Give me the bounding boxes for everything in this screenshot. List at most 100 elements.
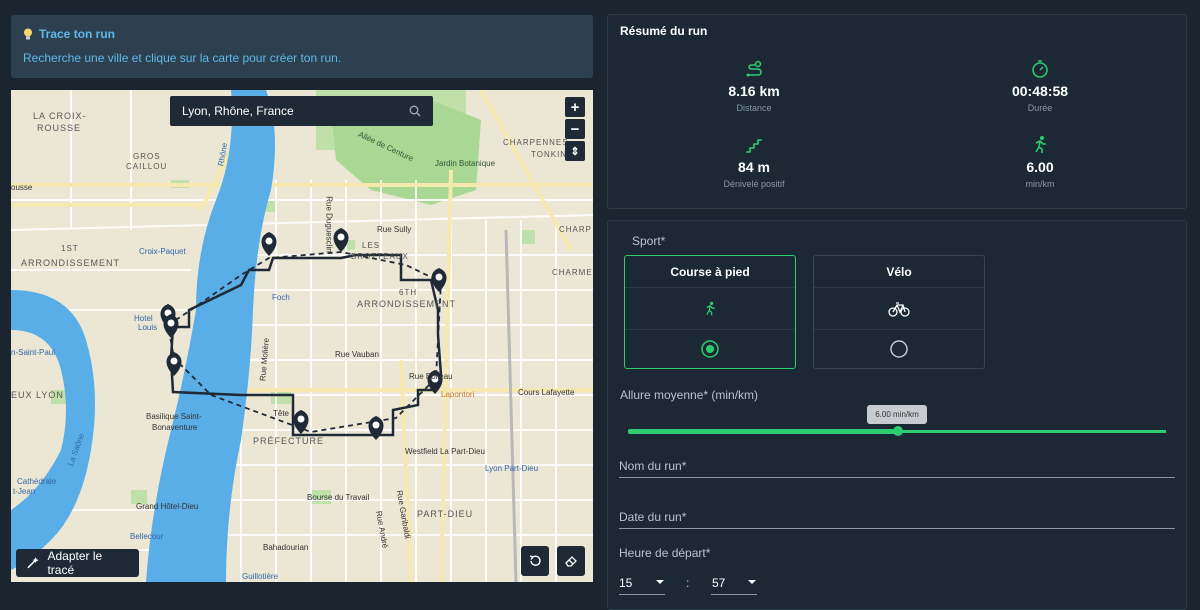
map-label: CHARME [552,268,593,277]
map-label: CHARPENNES [503,138,569,147]
radio-selected-icon[interactable] [701,340,719,358]
map-label: ARRONDISSEMENT [21,258,121,268]
zoom-in-button[interactable]: + [565,97,585,117]
map-label: Hotel [134,314,153,323]
time-separator: : [686,576,690,590]
map-label: Bahadourian [263,543,309,552]
map-label: Lapontori [441,390,475,399]
run-date-label: Date du run* [619,510,687,524]
minute-select[interactable]: 57 [712,576,725,590]
minute-value: 57 [712,576,726,590]
summary-title: Résumé du run [620,24,708,38]
info-banner: Trace ton run Recherche une ville et cli… [11,15,593,78]
zoom-out-button[interactable]: − [565,119,585,139]
adapt-route-button[interactable]: Adapter le tracé [16,549,139,577]
elevation-label: Dénivelé positif [723,179,785,189]
sport-name: Vélo [814,256,984,288]
map-search-input[interactable]: Lyon, Rhône, France [170,96,433,126]
sport-label: Sport* [632,234,666,248]
pace-slider-thumb[interactable] [893,426,903,436]
map-label: Foch [272,293,290,302]
magic-wand-icon [27,557,39,569]
stat-distance: 8.16 km Distance [674,59,834,113]
stat-elevation: 84 m Dénivelé positif [674,135,834,189]
map-label: Grand Hôtel-Dieu [136,502,199,511]
map-label: 6TH [399,288,418,297]
pace-slider-label: Allure moyenne* (min/km) [620,388,759,402]
radio-unselected-icon[interactable] [890,340,908,358]
map-label: ROUSSE [37,123,82,133]
map-label: Bourse du Travail [307,493,370,502]
sport-name: Course à pied [625,256,795,288]
undo-icon [529,555,541,566]
distance-label: Distance [736,103,772,113]
hour-underline [619,594,665,595]
map-label: LES [362,241,381,250]
pace-label: min/km [1025,179,1055,189]
map-label: Rue Duguesclin [324,196,334,253]
map-label: ousse [11,183,33,192]
distance-value: 8.16 km [728,83,780,99]
map-label: Jardin Botanique [435,159,496,168]
runner-icon [1035,136,1046,153]
map-label: Guillotière [242,572,279,581]
map-label: Rue Vauban [335,350,379,359]
map-label: Cours Lafayette [518,388,575,397]
bicycle-icon [888,301,910,317]
map-label: Bellecour [130,532,164,541]
map-label: LA CROIX- [33,111,87,121]
duration-label: Durée [1027,103,1053,113]
chevron-down-icon[interactable] [747,579,757,585]
map-label: BROTTEAUX [351,252,409,261]
chevron-down-icon[interactable] [655,579,665,585]
run-date-input[interactable] [619,528,1175,529]
info-description: Recherche une ville et clique sur la car… [23,51,342,65]
map[interactable]: LA CROIX- ROUSSE GROS CAILLOU 1ST ARROND… [11,90,593,582]
duration-value: 00:48:58 [1011,83,1069,99]
map-label: t-Jean [13,487,36,496]
map-label: Rue Boileau [409,372,453,381]
map-label: GROS [133,152,161,161]
stairs-icon [746,139,762,153]
start-time-label: Heure de départ* [619,546,711,560]
map-canvas[interactable] [11,90,593,582]
clear-route-button[interactable] [557,546,585,576]
stat-pace: 6.00 min/km [960,135,1120,189]
map-search-value: Lyon, Rhône, France [182,104,294,118]
undo-button[interactable] [521,546,549,576]
map-label: Croix-Paquet [139,247,186,256]
map-label: n-Saint-Paul [11,348,56,357]
map-label: Cathédrale [17,477,57,486]
eraser-icon [565,556,577,567]
map-label: Tête [273,409,290,418]
map-label: CHARP [559,225,593,234]
map-label: EUX LYON [11,390,64,400]
info-title: Trace ton run [39,27,116,41]
map-label: CAILLOU [126,162,168,171]
sport-option-running[interactable]: Course à pied [624,255,796,369]
compass-button[interactable]: ⇕ [565,141,585,161]
pace-slider-fill [628,429,898,434]
map-label: Bonaventure [152,423,198,432]
info-title-row: Trace ton run [23,27,581,41]
route-icon [746,60,762,77]
map-label: Lyon Part-Dieu [485,464,539,473]
adapt-route-label: Adapter le tracé [47,549,103,577]
elevation-value: 84 m [738,159,770,175]
stat-duration: 00:48:58 Durée [960,59,1120,113]
run-name-label: Nom du run* [619,459,687,473]
run-name-input[interactable] [619,477,1175,478]
hour-select[interactable]: 15 [619,576,632,590]
search-icon [409,105,421,117]
map-label: PART-DIEU [417,509,474,519]
map-label: PRÉFECTURE [253,436,325,446]
map-label: ARRONDISSEMENT [357,299,457,309]
pace-slider-tooltip: 6.00 min/km [867,405,927,424]
map-label: Rue Sully [377,225,412,234]
sport-option-bike[interactable]: Vélo [813,255,985,369]
run-summary-card: Résumé du run 8.16 km Distance 00:48:58 … [607,14,1187,209]
map-label: TONKIN [531,150,568,159]
runner-icon [706,301,715,315]
pace-value: 6.00 [1026,159,1054,175]
hour-value: 15 [619,576,633,590]
